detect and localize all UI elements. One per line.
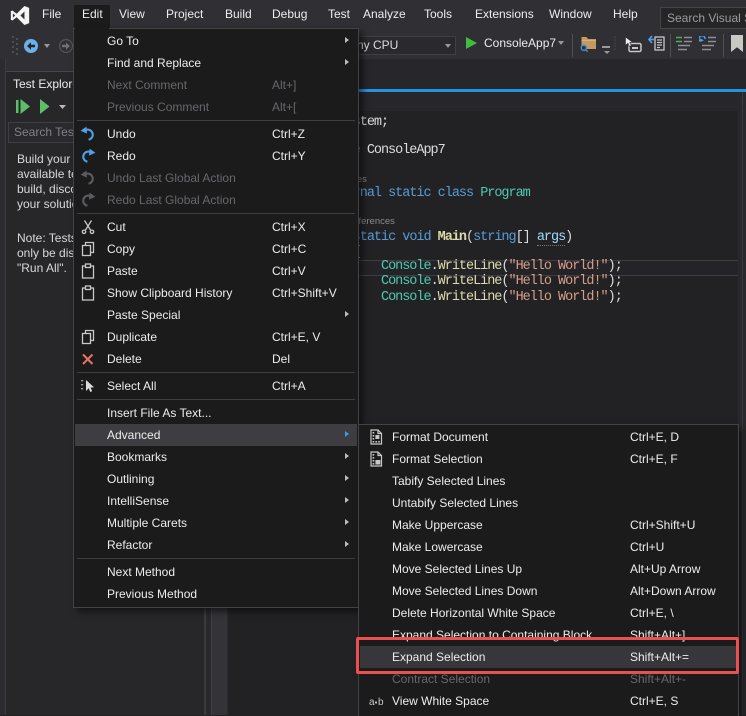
svg-text:b: b [378,697,384,708]
svg-text:a: a [369,697,375,708]
